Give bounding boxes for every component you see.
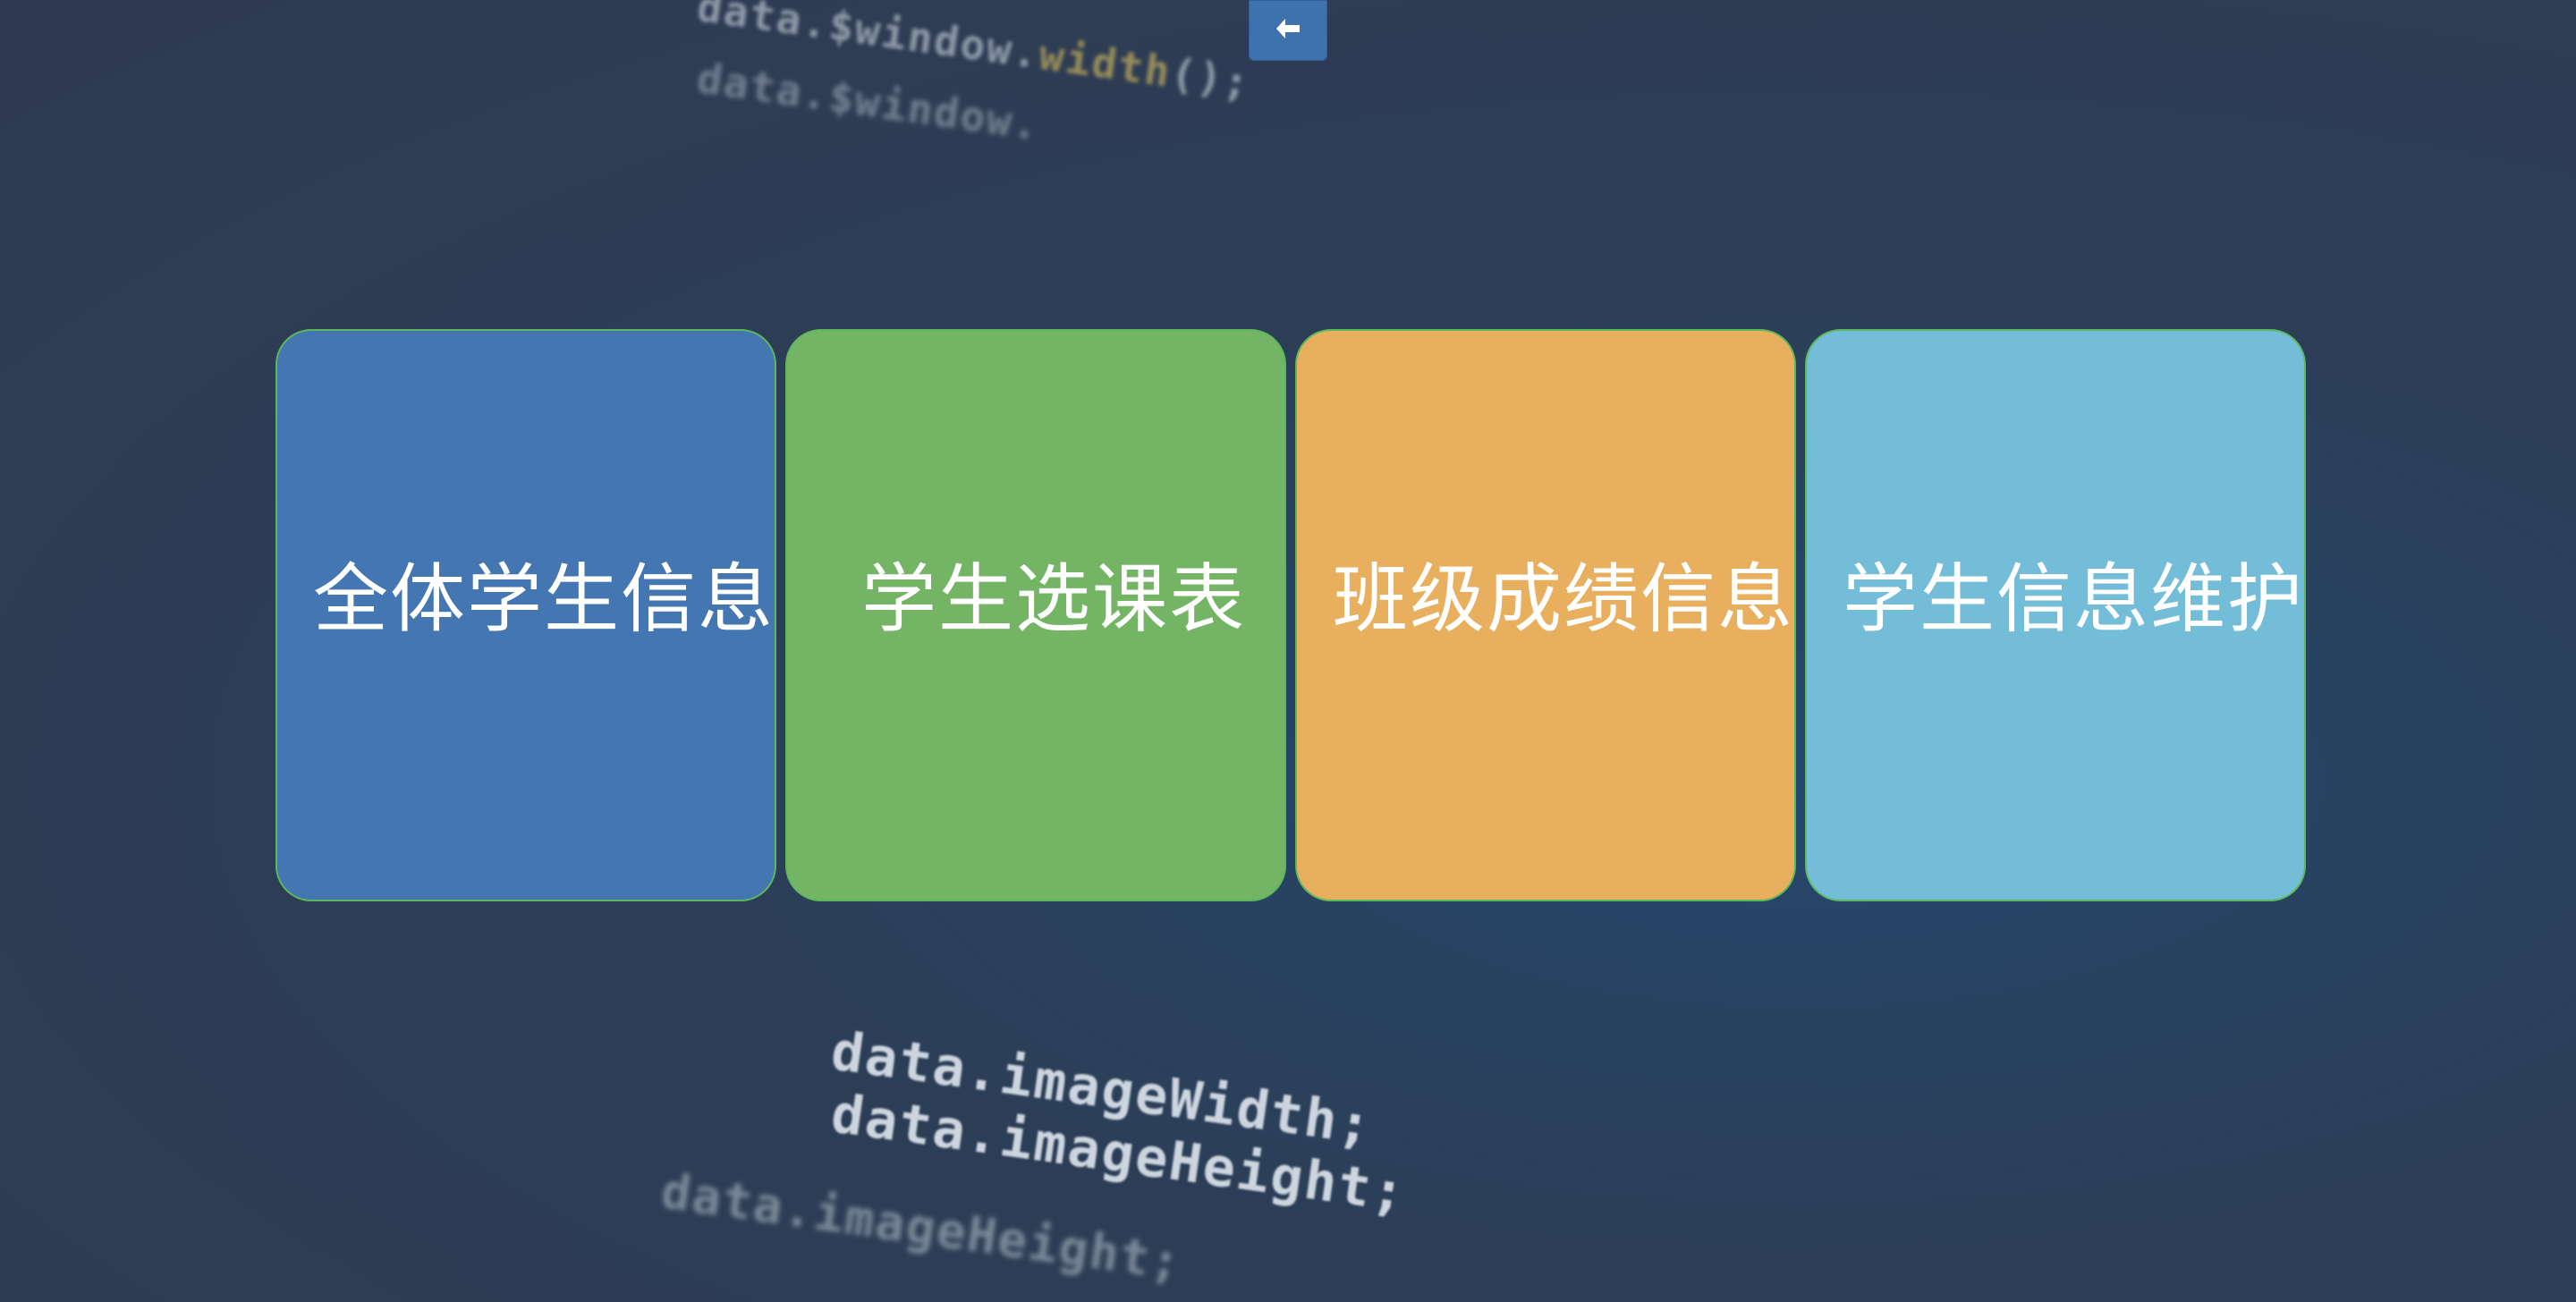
card-class-grades[interactable]: 班级成绩信息 <box>1295 329 1796 901</box>
background-code-line: data.$window.width(); <box>694 0 1254 108</box>
background-code-line: data.imageHeight; <box>827 1082 1411 1225</box>
card-label: 学生信息维护 <box>1843 554 2305 643</box>
background-code-line: data.imageWidth; <box>827 1019 1377 1158</box>
card-label: 全体学生信息 <box>313 554 775 643</box>
menu-cards: 全体学生信息 学生选课表 班级成绩信息 学生信息维护 <box>275 329 2306 901</box>
card-student-maintenance[interactable]: 学生信息维护 <box>1805 329 2306 901</box>
arrow-left-icon <box>1275 17 1301 44</box>
background-code-line: data.$window. <box>694 54 1044 150</box>
card-label: 班级成绩信息 <box>1333 554 1795 643</box>
background-code-line: data.imageHeight; <box>657 1162 1186 1292</box>
card-all-student-info[interactable]: 全体学生信息 <box>275 329 776 901</box>
card-course-selection[interactable]: 学生选课表 <box>785 329 1286 901</box>
card-label: 学生选课表 <box>860 554 1246 643</box>
back-button[interactable] <box>1249 0 1327 61</box>
